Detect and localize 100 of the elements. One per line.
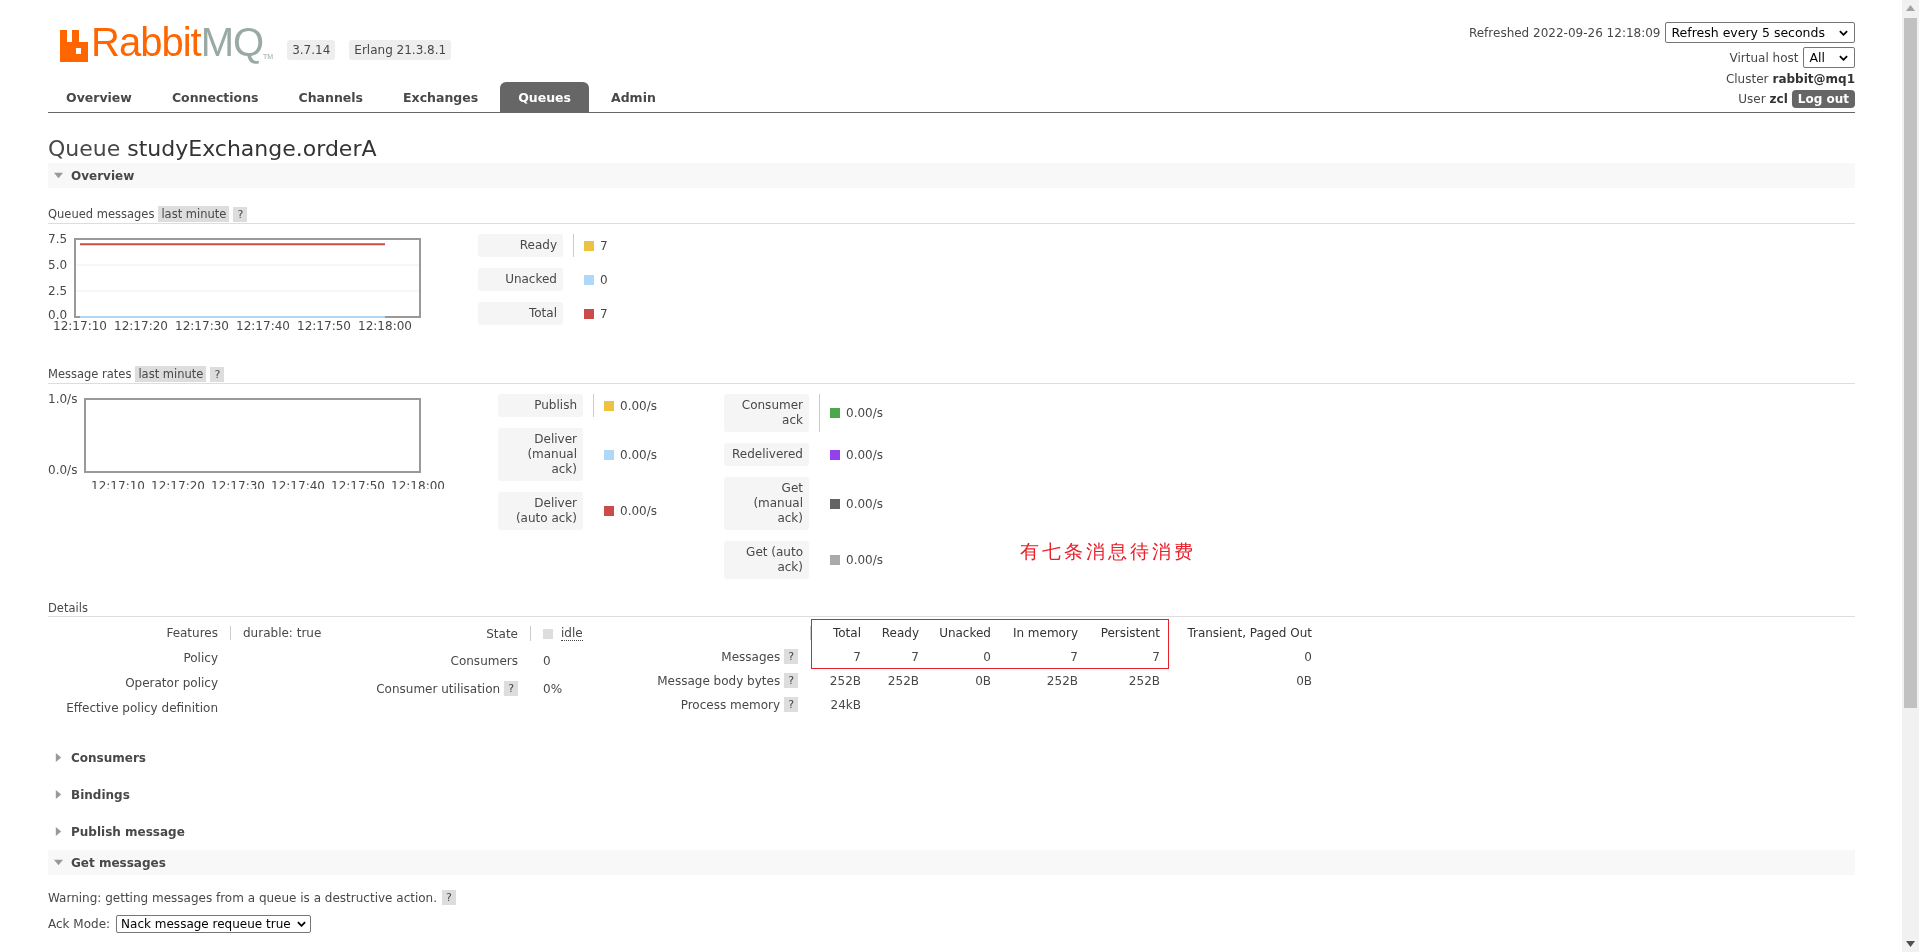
legend-value: 0 — [600, 272, 608, 287]
refresh-interval-select[interactable]: Refresh every 5 seconds — [1664, 22, 1855, 43]
section-header[interactable]: Get messages — [48, 850, 1855, 875]
legend-value: 0.00/s — [620, 447, 657, 462]
axis-tick-label: 12:17:10 — [53, 319, 107, 333]
ack-mode-label: Ack Mode: — [48, 917, 111, 931]
legend-value: 0.00/s — [620, 398, 657, 413]
property-label: Consumer utilisation — [376, 681, 501, 696]
nav-tab[interactable]: Channels — [280, 82, 382, 112]
cluster-label: Cluster — [1725, 72, 1769, 86]
scrollbar-thumb[interactable] — [1904, 18, 1917, 708]
property-label: Features — [165, 626, 218, 640]
axis-tick-label: 1.0/s — [48, 394, 78, 406]
axis-tick-label: 12:17:30 — [175, 319, 229, 333]
chart-title: Queued messages — [48, 207, 155, 221]
help-button[interactable]: ? — [233, 206, 248, 222]
virtual-host-select[interactable]: All — [1802, 47, 1855, 68]
table-cell-text: 0B — [1295, 673, 1312, 688]
section-title: Details — [48, 601, 88, 615]
section-header[interactable]: Publish message — [48, 813, 1855, 850]
table-cell-text: 7 — [1069, 649, 1078, 664]
axis-tick-label: 7.5 — [48, 234, 68, 246]
chart-title: Message rates — [48, 367, 132, 381]
table-cell-text: 7 — [852, 649, 861, 664]
caret-icon — [1839, 54, 1848, 61]
table-cell-text: 24kB — [829, 697, 861, 712]
annotation-note: 有七条消息待消费 — [1020, 539, 1196, 564]
logo-text: Rabbit — [91, 22, 201, 62]
table-cell-text: 0 — [1303, 649, 1312, 664]
help-button[interactable]: ? — [210, 366, 225, 382]
legend-value: 0.00/s — [846, 406, 883, 420]
section-header[interactable]: Overview — [48, 163, 1855, 188]
legend-value: 0.00/s — [620, 504, 657, 518]
range-selector[interactable]: last minute — [135, 366, 207, 382]
help-button[interactable]: ? — [504, 681, 518, 696]
table-cell-text: 252B — [828, 673, 861, 688]
nav-tab[interactable]: Overview — [48, 82, 150, 112]
version-badge: 3.7.14 — [287, 40, 336, 60]
table-cell-text: 7 — [910, 649, 919, 664]
page-title: Queue studyExchange.orderA — [48, 135, 378, 163]
scroll-down-icon[interactable] — [1906, 941, 1915, 947]
help-button[interactable]: ? — [784, 697, 798, 712]
user-name: zcl — [1769, 92, 1788, 106]
axis-tick-label: 12:17:20 — [114, 319, 168, 333]
legend-label: Get (manual ack) — [724, 477, 809, 530]
property-label: State — [486, 626, 518, 641]
table-cell-text: 0 — [982, 649, 991, 664]
axis-tick-label: 0.0 — [48, 308, 68, 322]
axis-tick-label: 2.5 — [48, 284, 68, 298]
column-header: Persistent — [1099, 626, 1160, 640]
legend-label: Total — [478, 302, 563, 325]
property-value: 0 — [543, 654, 551, 668]
axis-tick-label: 12:17:40 — [236, 319, 290, 333]
legend-label: Deliver (auto ack) — [498, 492, 583, 530]
column-header: In memory — [1011, 626, 1078, 640]
column-header: Unacked — [938, 626, 991, 640]
legend-label: Ready — [478, 234, 563, 257]
legend-label: Publish — [498, 394, 583, 417]
range-selector[interactable]: last minute — [158, 206, 230, 222]
legend-label: Unacked — [478, 268, 563, 291]
nav-tab[interactable]: Exchanges — [385, 82, 497, 112]
help-button[interactable]: ? — [784, 649, 798, 664]
column-header: Ready — [880, 626, 919, 640]
property-value: 0% — [543, 681, 563, 696]
nav-tab[interactable]: Admin — [593, 82, 674, 112]
axis-tick-label: 5.0 — [48, 258, 68, 272]
scroll-up-icon[interactable] — [1906, 5, 1915, 11]
scrollbar[interactable] — [1902, 0, 1919, 952]
legend-value: 7 — [600, 238, 608, 253]
property-label: Message body bytes — [657, 673, 781, 688]
legend-value: 0.00/s — [846, 496, 883, 511]
warning-text: Warning: getting messages from a queue is a destructive action. — [48, 890, 438, 905]
legend-label: Deliver (manual ack) — [498, 428, 583, 481]
table-cell-text: 252B — [1045, 673, 1078, 688]
help-button[interactable]: ? — [784, 673, 798, 688]
cluster-name: rabbit@mq1 — [1772, 72, 1855, 86]
table-cell-text: 7 — [1151, 649, 1160, 664]
legend-value: 0.00/s — [846, 447, 883, 462]
section-header[interactable]: Consumers — [48, 739, 1855, 776]
refreshed-time: Refreshed 2022-09-26 12:18:09 — [1468, 25, 1661, 40]
logo-icon — [60, 30, 88, 62]
property-value: durable: true — [243, 626, 323, 640]
help-button[interactable]: ? — [442, 890, 456, 905]
legend-label: Consumer ack — [724, 394, 809, 432]
legend-value: 7 — [600, 306, 608, 321]
legend-value: 0.00/s — [846, 553, 883, 567]
column-header: Transient, Paged Out — [1186, 626, 1312, 640]
property-label: Operator policy — [124, 676, 218, 690]
property-label: Messages — [721, 649, 781, 664]
property-label: Process memory — [680, 697, 781, 712]
axis-tick-label: 12:17:50 — [297, 319, 351, 333]
table-cell-text: 0B — [974, 673, 991, 688]
nav-tab[interactable]: Queues — [500, 82, 589, 112]
nav-tab[interactable]: Connections — [153, 82, 277, 112]
column-header: Total — [831, 626, 861, 640]
user-label: User — [1738, 92, 1766, 106]
section-header[interactable]: Bindings — [48, 776, 1855, 813]
logout-button[interactable]: Log out — [1791, 90, 1855, 108]
property-label: Policy — [182, 651, 218, 665]
ack-mode-select[interactable]: Nack message requeue true — [116, 915, 311, 933]
